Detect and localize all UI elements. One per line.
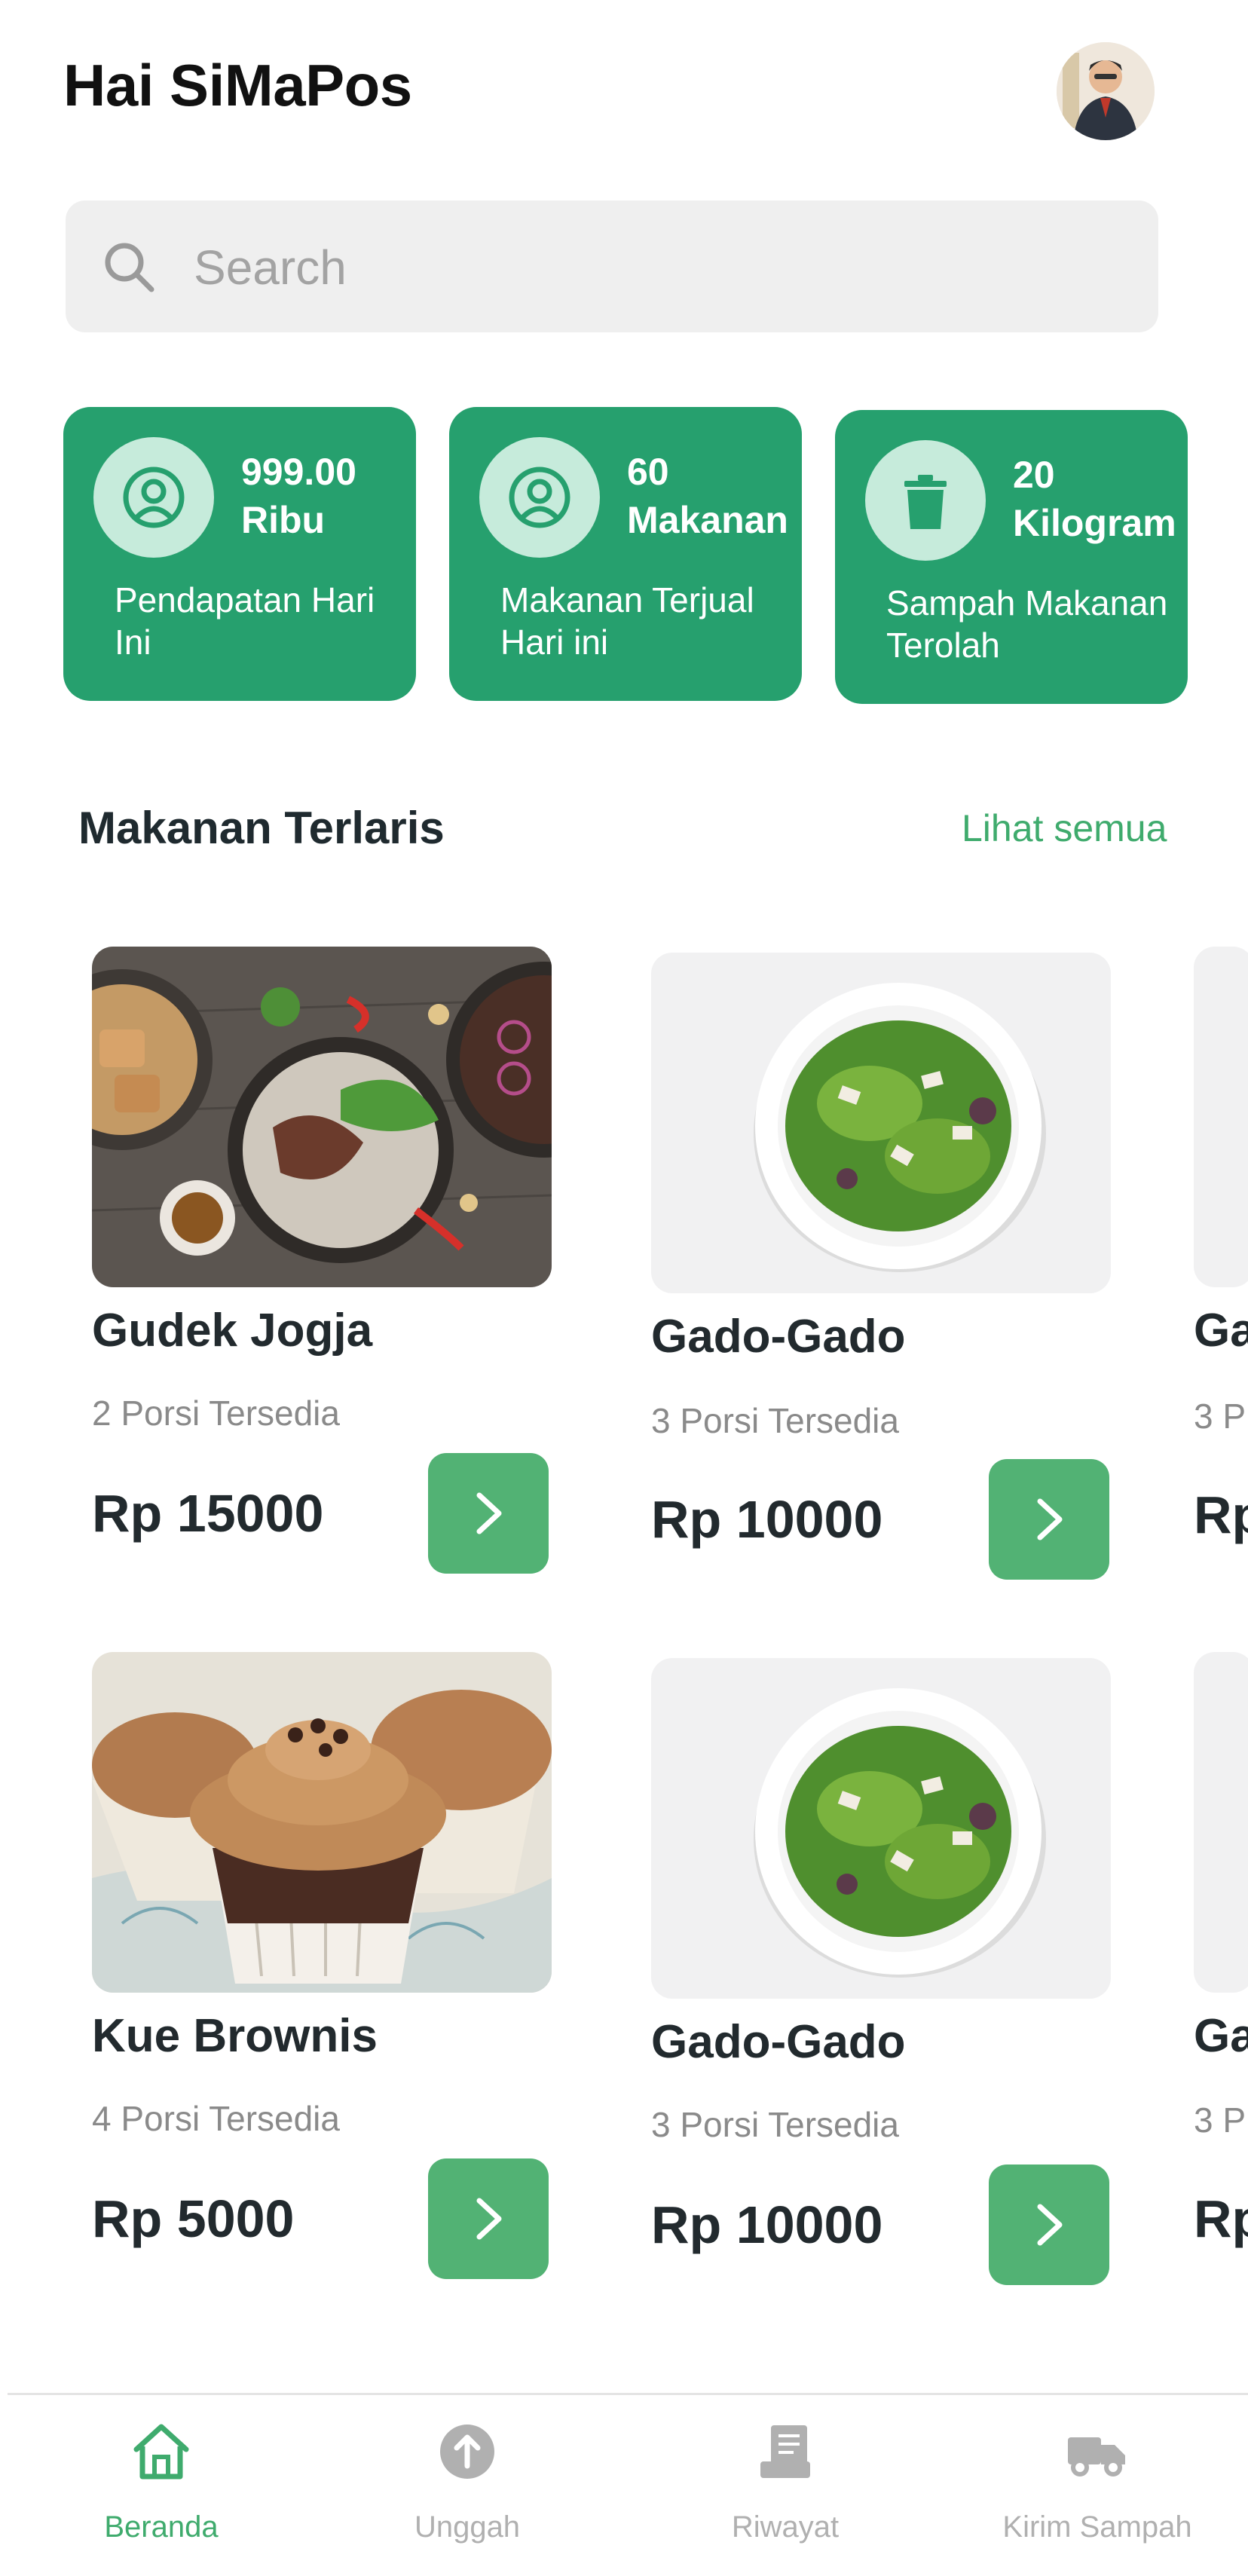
food-name: Ga: [1194, 2010, 1248, 2062]
nav-label: Unggah: [414, 2510, 521, 2544]
food-image[interactable]: [1194, 1652, 1248, 1993]
upload-icon: [440, 2425, 494, 2479]
nav-item-kirim-sampah[interactable]: Kirim Sampah: [984, 2419, 1210, 2544]
see-all-link[interactable]: Lihat semua: [962, 806, 1167, 850]
search-input[interactable]: Search: [66, 200, 1158, 332]
stat-value: 60 Makanan: [627, 451, 788, 541]
nav-label: Beranda: [104, 2510, 219, 2544]
stat-label: Pendapatan Hari Ini: [115, 580, 375, 662]
food-price: Rp 10000: [651, 2195, 883, 2254]
stat-label: Makanan Terjual Hari ini: [500, 580, 754, 662]
open-food-button[interactable]: [989, 2165, 1109, 2285]
open-food-button[interactable]: [428, 2158, 549, 2279]
search-icon: [105, 243, 154, 292]
stat-icon-wrap: [93, 437, 214, 558]
food-price: Rp 15000: [92, 1484, 324, 1543]
stat-card-waste[interactable]: 20 Kilogram Sampah Makanan Terolah: [835, 410, 1188, 704]
food-stock: 3 Porsi Tersedia: [651, 2105, 899, 2144]
stat-value: 999.00 Ribu: [241, 451, 356, 541]
chevron-right-icon: [476, 1492, 502, 1534]
food-stock: 3 P: [1194, 1397, 1246, 1436]
home-icon: [133, 2424, 189, 2480]
food-stock: 3 P: [1194, 2100, 1246, 2140]
chevron-right-icon: [476, 2198, 502, 2240]
truck-icon: [1068, 2437, 1125, 2477]
chevron-right-icon: [1037, 1498, 1063, 1540]
food-name: Gado-Gado: [651, 1311, 906, 1363]
food-name: Gado-Gado: [651, 2016, 906, 2068]
trash-icon: [904, 475, 947, 529]
food-image[interactable]: [651, 1658, 1111, 1999]
stat-icon-wrap: [865, 440, 986, 561]
food-image[interactable]: [1194, 947, 1248, 1287]
food-image[interactable]: [651, 953, 1111, 1293]
food-image[interactable]: [92, 1652, 552, 1993]
food-price: Rp: [1194, 2189, 1248, 2248]
search-placeholder: Search: [194, 240, 347, 295]
food-price: Rp 10000: [651, 1490, 883, 1549]
page-title: Hai SiMaPos: [63, 52, 412, 118]
food-name: Kue Brownis: [92, 2010, 378, 2062]
section-title: Makanan Terlaris: [78, 803, 445, 853]
food-name: Gudek Jogja: [92, 1305, 373, 1357]
food-stock: 2 Porsi Tersedia: [92, 1394, 340, 1433]
stat-value: 20 Kilogram: [1013, 454, 1176, 544]
user-circle-icon: [123, 467, 185, 528]
user-circle-icon: [509, 467, 570, 528]
open-food-button[interactable]: [989, 1459, 1109, 1580]
food-price: Rp: [1194, 1485, 1248, 1544]
food-image[interactable]: [92, 947, 552, 1287]
stat-icon-wrap: [479, 437, 600, 558]
stat-card-revenue[interactable]: 999.00 Ribu Pendapatan Hari Ini: [63, 407, 416, 701]
food-stock: 4 Porsi Tersedia: [92, 2099, 340, 2138]
bottom-nav-divider: [8, 2393, 1248, 2395]
food-price: Rp 5000: [92, 2189, 295, 2248]
avatar[interactable]: [1057, 42, 1155, 140]
nav-item-unggah[interactable]: Unggah: [354, 2419, 580, 2544]
nav-item-riwayat[interactable]: Riwayat: [672, 2419, 898, 2544]
stat-card-sold[interactable]: 60 Makanan Makanan Terjual Hari ini: [449, 407, 802, 701]
nav-label: Kirim Sampah: [1002, 2510, 1192, 2544]
open-food-button[interactable]: [428, 1453, 549, 1574]
stat-label: Sampah Makanan Terolah: [886, 583, 1168, 665]
nav-label: Riwayat: [731, 2510, 840, 2544]
nav-item-beranda[interactable]: Beranda: [48, 2419, 274, 2544]
history-icon: [760, 2425, 810, 2478]
chevron-right-icon: [1037, 2204, 1063, 2246]
food-stock: 3 Porsi Tersedia: [651, 1401, 899, 1440]
food-name: Ga: [1194, 1305, 1248, 1357]
